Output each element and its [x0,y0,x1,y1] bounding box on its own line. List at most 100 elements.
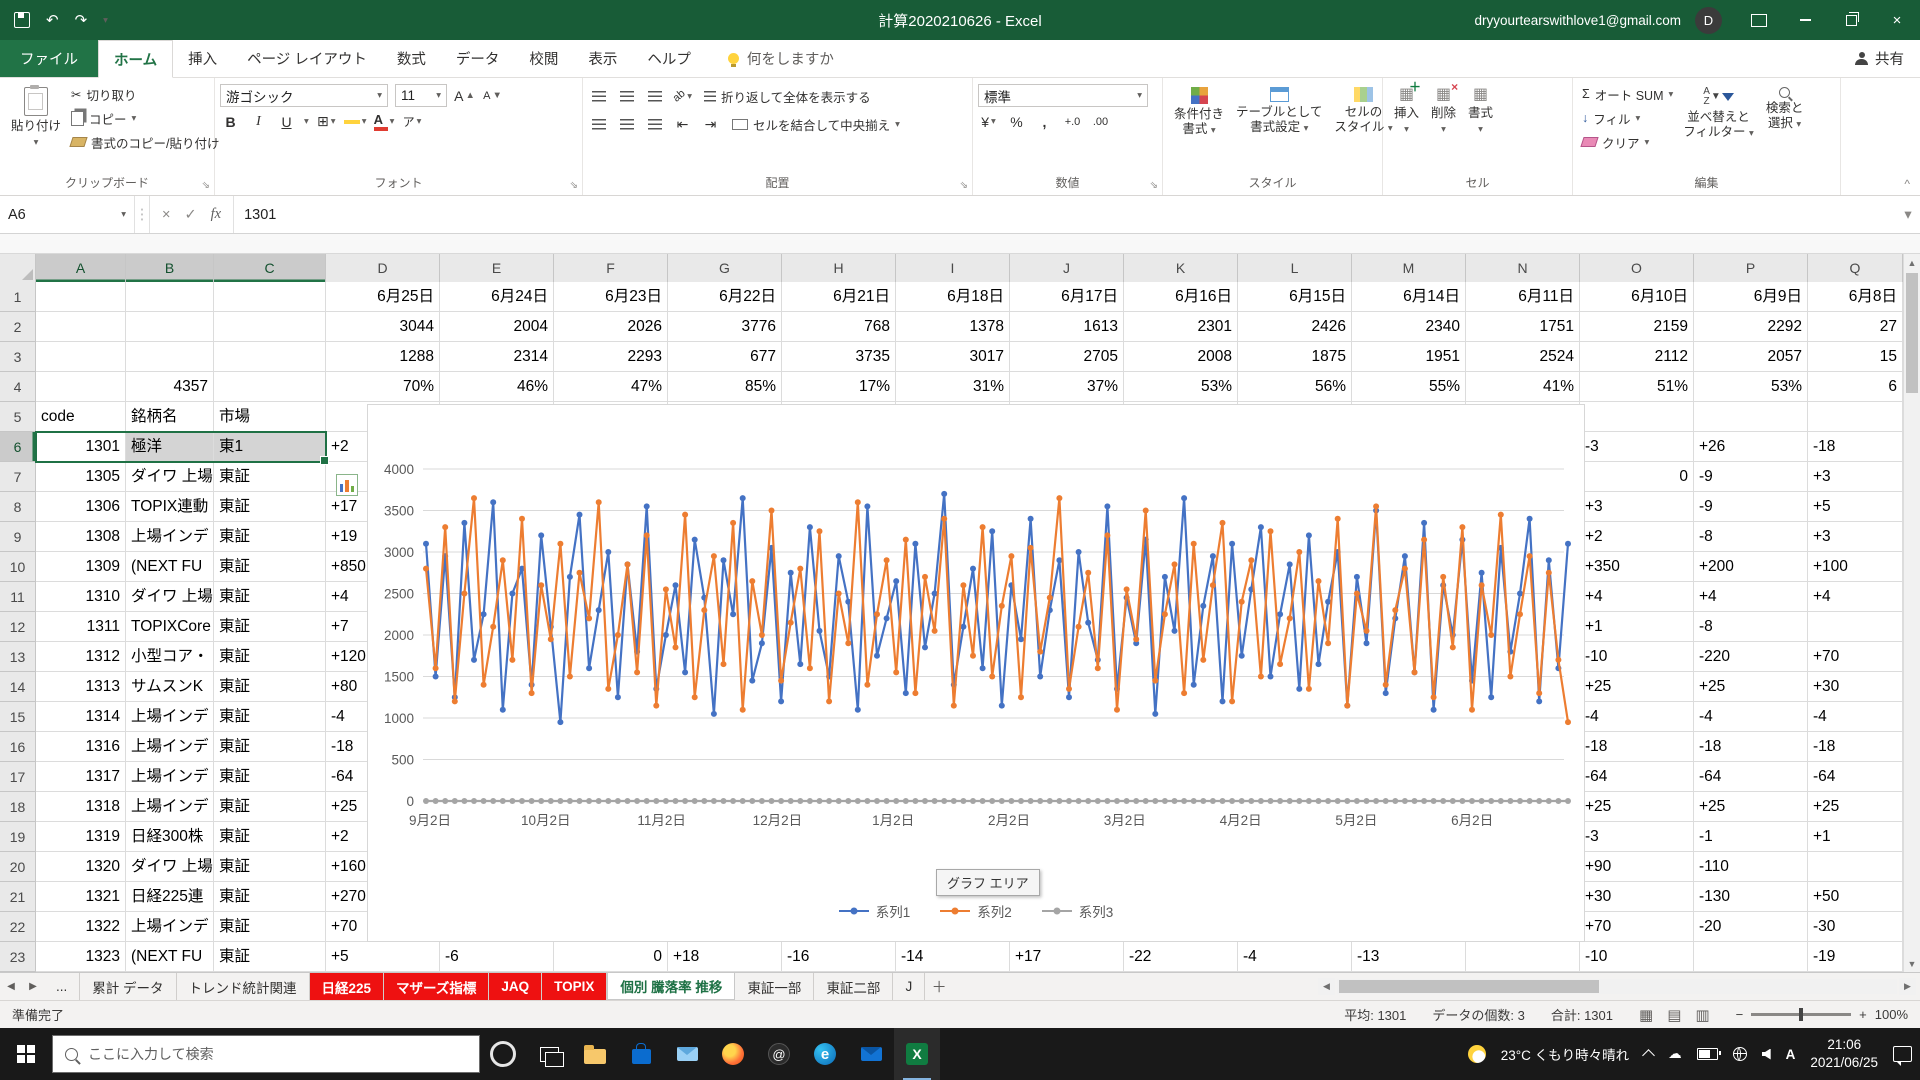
cell-A16[interactable]: 1316 [36,732,126,762]
page-break-view-icon[interactable]: ▥ [1695,1006,1709,1024]
cell-P20[interactable]: -110 [1694,852,1808,882]
cell-K1[interactable]: 6月16日 [1124,282,1238,312]
battery-icon[interactable] [1697,1048,1718,1060]
cell-L2[interactable]: 2426 [1238,312,1352,342]
increase-decimal-button[interactable]: +.0 [1062,111,1083,132]
underline-button[interactable]: U [276,111,297,132]
cell-A17[interactable]: 1317 [36,762,126,792]
cancel-formula-icon[interactable]: × [162,207,170,223]
cell-A18[interactable]: 1318 [36,792,126,822]
cell-N23[interactable] [1466,942,1580,972]
cell-J1[interactable]: 6月17日 [1010,282,1124,312]
align-right-button[interactable] [644,114,665,135]
cell-B20[interactable]: ダイワ 上場 [126,852,214,882]
column-header-J[interactable]: J [1010,254,1124,282]
cell-B17[interactable]: 上場インデ [126,762,214,792]
sort-filter-button[interactable]: AZ▼ 並べ替えとフィルター ▾ [1677,82,1760,145]
italic-button[interactable]: I [248,111,269,132]
merge-center-button[interactable]: セルを結合して中央揃え ▾ [728,112,904,136]
close-button[interactable]: × [1874,0,1920,40]
column-header-H[interactable]: H [782,254,896,282]
cell-P21[interactable]: -130 [1694,882,1808,912]
cell-B9[interactable]: 上場インデ [126,522,214,552]
column-header-L[interactable]: L [1238,254,1352,282]
cell-C15[interactable]: 東証 [214,702,326,732]
row-header-23[interactable]: 23 [0,942,36,972]
sheet-tab-...[interactable]: ... [44,973,80,1000]
sheet-tab-東証一部[interactable]: 東証一部 [735,973,814,1000]
row-header-10[interactable]: 10 [0,552,36,582]
row-header-18[interactable]: 18 [0,792,36,822]
formula-bar-splitter[interactable]: ⋮ [135,196,150,233]
row-header-5[interactable]: 5 [0,402,36,432]
cell-G3[interactable]: 677 [668,342,782,372]
comma-style-button[interactable]: , [1034,111,1055,132]
cell-E1[interactable]: 6月24日 [440,282,554,312]
enter-formula-icon[interactable]: ✓ [184,207,196,223]
cell-B4[interactable]: 4357 [126,372,214,402]
tab-file[interactable]: ファイル [0,40,98,77]
row-header-14[interactable]: 14 [0,672,36,702]
cell-B19[interactable]: 日経300株 [126,822,214,852]
row-header-3[interactable]: 3 [0,342,36,372]
tab-view[interactable]: 表示 [573,40,632,77]
column-header-N[interactable]: N [1466,254,1580,282]
volume-icon[interactable] [1762,1049,1771,1060]
cell-N2[interactable]: 1751 [1466,312,1580,342]
taskbar-clock[interactable]: 21:06 2021/06/25 [1810,1036,1878,1071]
font-color-button[interactable]: A▾ [374,111,395,132]
copy-dropdown-icon[interactable]: ▾ [132,113,137,124]
hscroll-left-icon[interactable]: ◀ [1318,978,1335,995]
vertical-scrollbar[interactable]: ▲ ▼ [1903,254,1920,972]
row-header-19[interactable]: 19 [0,822,36,852]
cell-O10[interactable]: +350 [1580,552,1694,582]
column-header-M[interactable]: M [1352,254,1466,282]
hscroll-track[interactable] [1337,979,1897,994]
cell-M1[interactable]: 6月14日 [1352,282,1466,312]
cell-C20[interactable]: 東証 [214,852,326,882]
column-header-D[interactable]: D [326,254,440,282]
cell-O20[interactable]: +90 [1580,852,1694,882]
cell-K2[interactable]: 2301 [1124,312,1238,342]
cell-F1[interactable]: 6月23日 [554,282,668,312]
cell-O17[interactable]: -64 [1580,762,1694,792]
underline-dropdown-icon[interactable]: ▾ [304,116,309,127]
cell-C2[interactable] [214,312,326,342]
cell-P4[interactable]: 53% [1694,372,1808,402]
sheet-tab-個別 騰落率 推移[interactable]: 個別 騰落率 推移 [607,973,735,1000]
sheet-tab-JAQ[interactable]: JAQ [489,973,542,1000]
horizontal-scroll-thumb[interactable] [1339,980,1599,993]
tab-help[interactable]: ヘルプ [632,40,706,77]
cell-D2[interactable]: 3044 [326,312,440,342]
align-top-button[interactable] [588,86,609,107]
cell-B8[interactable]: TOPIX連動 [126,492,214,522]
cell-D23[interactable]: +5 [326,942,440,972]
cell-A8[interactable]: 1306 [36,492,126,522]
number-dialog-launcher-icon[interactable]: ⇘ [1150,180,1158,191]
orientation-button[interactable]: ab▾ [672,86,693,107]
cell-C23[interactable]: 東証 [214,942,326,972]
chart-area[interactable]: 050010001500200025003000350040009月2日10月2… [367,404,1585,942]
cell-B18[interactable]: 上場インデ [126,792,214,822]
cell-Q16[interactable]: -18 [1808,732,1903,762]
sheet-tab-トレンド統計関連[interactable]: トレンド統計関連 [177,973,310,1000]
file-explorer-icon[interactable] [572,1028,618,1080]
zoom-slider[interactable] [1751,1013,1851,1016]
cell-A1[interactable] [36,282,126,312]
cell-O3[interactable]: 2112 [1580,342,1694,372]
cell-A12[interactable]: 1311 [36,612,126,642]
cell-O11[interactable]: +4 [1580,582,1694,612]
cell-O12[interactable]: +1 [1580,612,1694,642]
sheet-nav-left-icon[interactable]: ◀ [0,973,22,1000]
cell-P18[interactable]: +25 [1694,792,1808,822]
cell-C6[interactable]: 東1 [214,432,326,462]
tab-home[interactable]: ホーム [98,40,173,78]
cell-B11[interactable]: ダイワ 上場 [126,582,214,612]
cell-A7[interactable]: 1305 [36,462,126,492]
decrease-decimal-button[interactable]: .00 [1090,111,1111,132]
cell-C1[interactable] [214,282,326,312]
row-header-6[interactable]: 6 [0,432,36,462]
cell-M3[interactable]: 1951 [1352,342,1466,372]
row-header-2[interactable]: 2 [0,312,36,342]
cell-O7[interactable]: 0 [1580,462,1694,492]
